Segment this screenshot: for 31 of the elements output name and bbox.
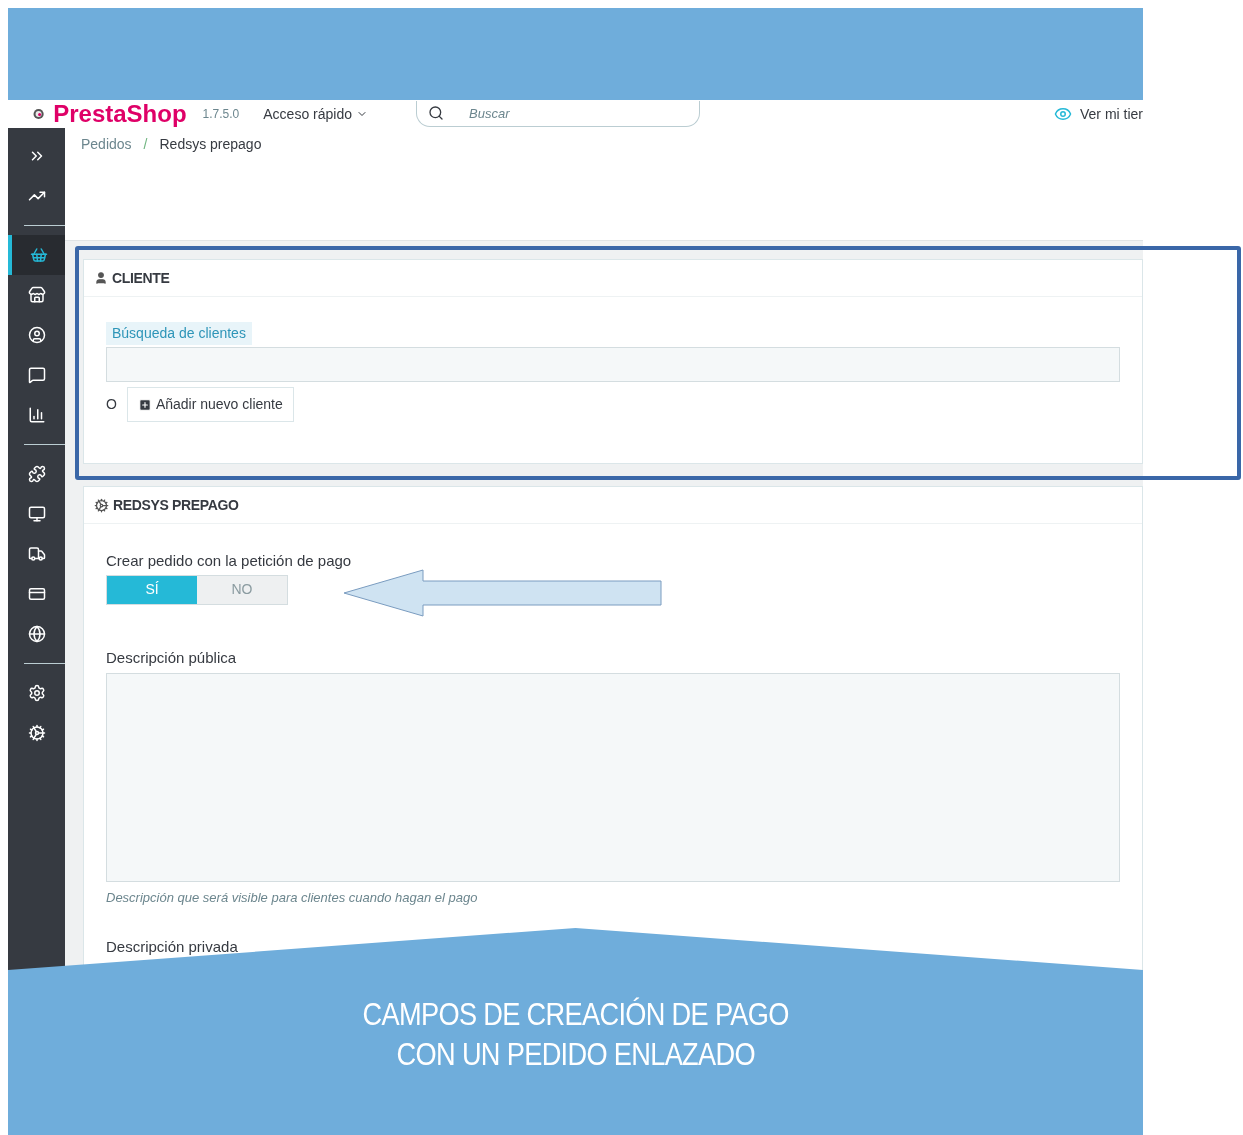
cogs-icon [94, 497, 109, 513]
field-label: Descripción pública [106, 647, 238, 668]
view-store-link[interactable]: Ver mi tier [1080, 103, 1143, 125]
banner-text: CON UN PEDIDO ENLAZADO [396, 1035, 755, 1074]
plus-icon [137, 397, 152, 412]
yes-no-switch[interactable]: SÍ NO [106, 574, 288, 605]
switch-option[interactable]: NO [197, 575, 287, 604]
basket-icon[interactable] [8, 235, 65, 275]
logo-text: PrestaShop [53, 102, 187, 126]
user-icon [94, 271, 108, 285]
banner-text: CAMPOS DE CREACIÓN DE PAGO [362, 995, 789, 1034]
quick-access-menu[interactable]: Acceso rápido [263, 103, 368, 125]
field-label: Descripción privada [106, 936, 238, 957]
version-text: 1.7.5.0 [202, 106, 240, 123]
or-text: O [106, 395, 117, 414]
breadcrumb-separator: / [143, 135, 148, 154]
panel-title: CLIENTE [112, 268, 170, 288]
arrow-icon [343, 569, 663, 618]
field-label: Crear pedido con la petición de pago [106, 551, 353, 571]
eye-icon [1054, 105, 1072, 123]
search-field[interactable]: Buscar [416, 101, 700, 127]
add-customer-button[interactable]: Añadir nuevo cliente [126, 387, 294, 422]
public-description-field[interactable] [106, 673, 1120, 882]
breadcrumb-link[interactable]: Pedidos [81, 134, 132, 155]
switch-option[interactable]: SÍ [107, 575, 197, 604]
breadcrumb-current: Redsys prepago [159, 135, 262, 154]
panel-title: REDSYS PREPAGO [113, 495, 239, 515]
help-text: Descripción que será visible para clientes cuando hagan el pago [106, 889, 479, 907]
customer-search-field[interactable] [106, 347, 1120, 382]
search-icon [428, 105, 444, 121]
search-label: Búsqueda de clientes [106, 322, 252, 345]
